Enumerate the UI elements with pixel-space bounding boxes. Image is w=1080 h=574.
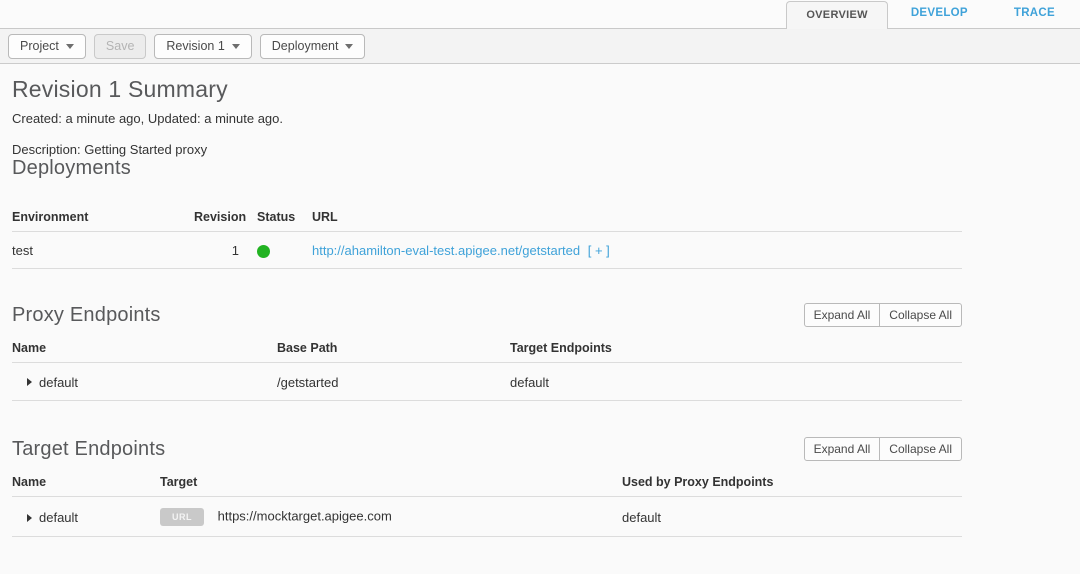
deployment-environment: test [12, 232, 194, 269]
save-button[interactable]: Save [94, 34, 147, 59]
target-endpoints-header-row: Name Target Used by Proxy Endpoints [12, 467, 962, 497]
col-header-name: Name [12, 467, 160, 497]
proxy-expand-all-button[interactable]: Expand All [804, 303, 881, 327]
target-endpoint-name: default [39, 510, 78, 525]
status-deployed-icon [257, 245, 270, 258]
deployment-dropdown-label: Deployment [272, 39, 339, 54]
deployments-header-row: Environment Revision Status URL [12, 202, 962, 232]
col-header-name: Name [12, 333, 277, 363]
tab-trace[interactable]: TRACE [1014, 0, 1055, 28]
col-header-url: URL [312, 202, 962, 232]
proxy-endpoint-row: default /getstarted default [12, 363, 962, 401]
proxy-endpoint-base-path: /getstarted [277, 363, 510, 401]
caret-down-icon [232, 44, 240, 49]
proxy-endpoint-target: default [510, 363, 962, 401]
proxy-endpoints-title: Proxy Endpoints [12, 304, 161, 327]
expand-caret-icon [27, 514, 32, 522]
target-expand-all-button[interactable]: Expand All [804, 437, 881, 461]
page-title: Revision 1 Summary [12, 76, 962, 103]
revision-meta: Created: a minute ago, Updated: a minute… [12, 111, 962, 126]
project-dropdown-label: Project [20, 39, 59, 54]
col-header-target: Target [160, 467, 622, 497]
deployment-url-expand-link[interactable]: [ + ] [588, 243, 610, 258]
toolbar: Project Save Revision 1 Deployment [0, 29, 1080, 64]
main-content: Revision 1 Summary Created: a minute ago… [12, 76, 962, 537]
tab-develop[interactable]: DEVELOP [911, 0, 968, 28]
proxy-collapse-all-button[interactable]: Collapse All [879, 303, 962, 327]
proxy-endpoints-header: Proxy Endpoints Expand All Collapse All [12, 303, 962, 327]
col-header-used-by: Used by Proxy Endpoints [622, 467, 962, 497]
col-header-status: Status [257, 202, 312, 232]
caret-down-icon [345, 44, 353, 49]
target-collapse-all-button[interactable]: Collapse All [879, 437, 962, 461]
deployments-title: Deployments [12, 157, 962, 180]
target-endpoint-used-by: default [622, 497, 962, 537]
target-endpoint-url: https://mocktarget.apigee.com [218, 509, 392, 524]
col-header-revision: Revision [194, 202, 257, 232]
deployment-revision: 1 [194, 232, 257, 269]
save-button-label: Save [106, 39, 135, 54]
target-expand-collapse-group: Expand All Collapse All [804, 437, 962, 461]
proxy-endpoints-table: Name Base Path Target Endpoints default … [12, 333, 962, 401]
col-header-base-path: Base Path [277, 333, 510, 363]
target-endpoint-expander[interactable]: default [12, 510, 78, 525]
col-header-target-endpoints: Target Endpoints [510, 333, 962, 363]
proxy-endpoint-expander[interactable]: default [12, 375, 78, 390]
expand-caret-icon [27, 378, 32, 386]
project-dropdown[interactable]: Project [8, 34, 86, 59]
proxy-expand-collapse-group: Expand All Collapse All [804, 303, 962, 327]
deployment-dropdown[interactable]: Deployment [260, 34, 366, 59]
top-tab-bar: OVERVIEW DEVELOP TRACE [0, 0, 1080, 29]
col-header-environment: Environment [12, 202, 194, 232]
caret-down-icon [66, 44, 74, 49]
target-endpoints-header: Target Endpoints Expand All Collapse All [12, 437, 962, 461]
target-endpoints-title: Target Endpoints [12, 438, 165, 461]
revision-dropdown-label: Revision 1 [166, 39, 224, 54]
url-type-badge: URL [160, 508, 204, 526]
target-endpoints-table: Name Target Used by Proxy Endpoints defa… [12, 467, 962, 537]
revision-dropdown[interactable]: Revision 1 [154, 34, 251, 59]
revision-description: Description: Getting Started proxy [12, 142, 962, 157]
tab-overview[interactable]: OVERVIEW [786, 1, 888, 29]
deployment-url-link[interactable]: http://ahamilton-eval-test.apigee.net/ge… [312, 243, 580, 258]
target-endpoint-row: default URL https://mocktarget.apigee.co… [12, 497, 962, 537]
deployments-table: Environment Revision Status URL test 1 h… [12, 202, 962, 269]
proxy-endpoint-name: default [39, 375, 78, 390]
deployment-row: test 1 http://ahamilton-eval-test.apigee… [12, 232, 962, 269]
proxy-endpoints-header-row: Name Base Path Target Endpoints [12, 333, 962, 363]
